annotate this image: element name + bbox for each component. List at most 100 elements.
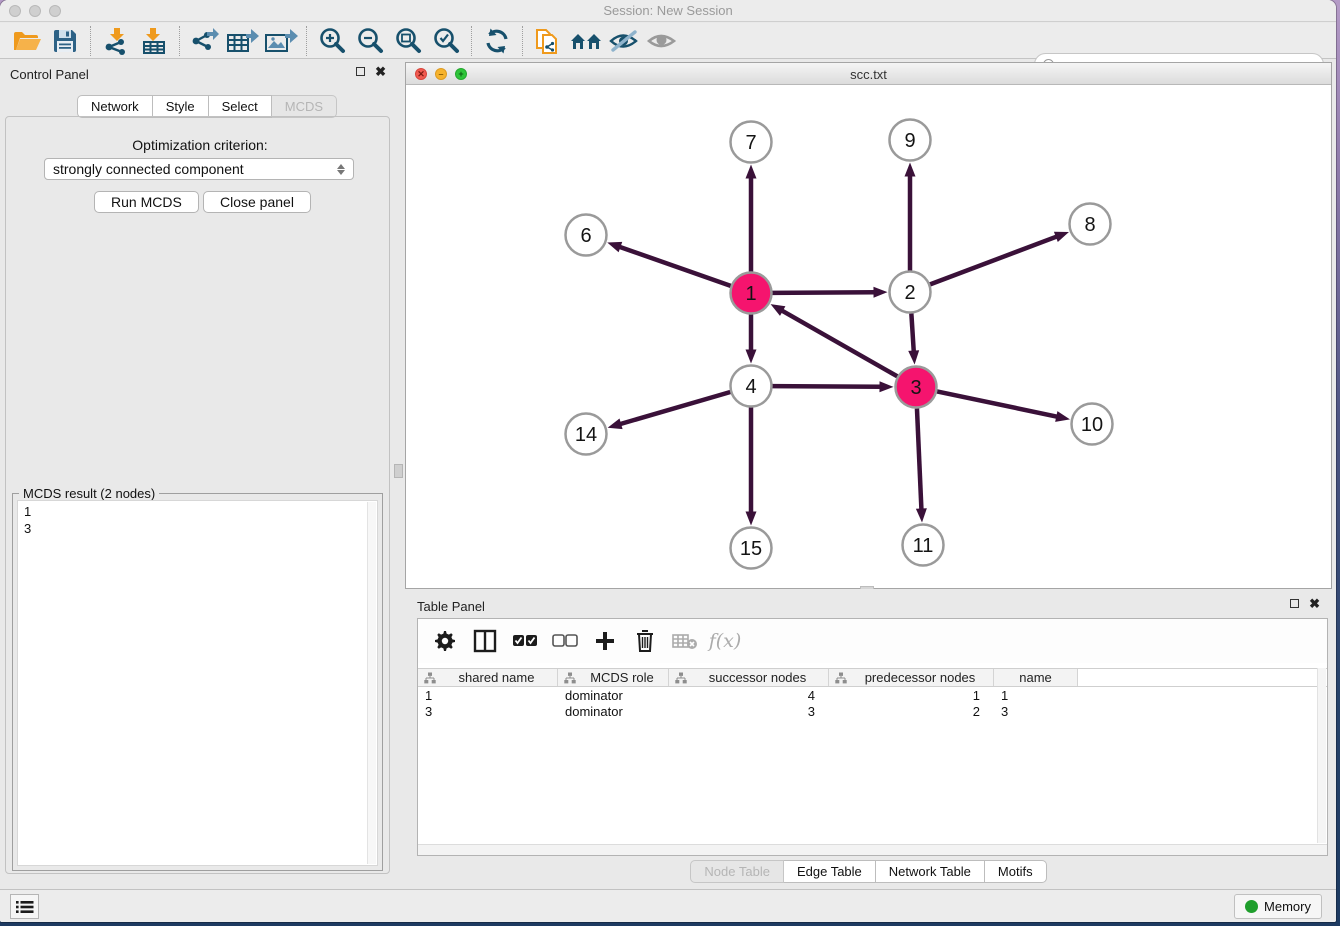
app-window: Session: New Session — [0, 0, 1336, 922]
node-label-6: 6 — [580, 225, 591, 247]
export-table-icon[interactable] — [224, 25, 262, 57]
scrollbar-track[interactable] — [418, 844, 1327, 855]
mcds-result-list[interactable]: 13 — [17, 500, 378, 866]
column-header-MCDS-role[interactable]: MCDS role — [558, 669, 669, 686]
copy-network-icon[interactable] — [529, 25, 567, 57]
table-cell[interactable]: 3 — [418, 704, 558, 720]
vertical-splitter-handle[interactable] — [394, 464, 403, 478]
task-list-icon — [16, 900, 34, 914]
float-panel-icon[interactable] — [356, 67, 365, 76]
toolbar-separator — [471, 26, 472, 56]
column-header-predecessor-nodes[interactable]: predecessor nodes — [829, 669, 994, 686]
table-cell[interactable]: 3 — [669, 704, 829, 720]
close-panel-button[interactable]: Close panel — [203, 191, 311, 213]
control-panel: Control Panel ✖ NetworkStyleSelectMCDS O… — [0, 59, 400, 889]
control-panel-tabs: NetworkStyleSelectMCDS — [77, 95, 337, 118]
import-network-icon[interactable] — [97, 25, 135, 57]
criterion-dropdown[interactable]: strongly connected component — [44, 158, 354, 180]
run-mcds-button[interactable]: Run MCDS — [94, 191, 199, 213]
tab-select[interactable]: Select — [209, 95, 272, 118]
edge-3-10[interactable] — [937, 391, 1058, 416]
column-header-label: name — [994, 670, 1077, 685]
table-cell[interactable]: dominator — [558, 704, 669, 720]
list-item[interactable]: 3 — [24, 520, 377, 537]
arrowhead-icon — [905, 163, 916, 177]
close-panel-icon[interactable]: ✖ — [375, 67, 386, 76]
column-type-icon — [835, 672, 847, 684]
tab-network-table[interactable]: Network Table — [876, 860, 985, 883]
network-titlebar[interactable]: ✕ – + scc.txt — [406, 63, 1331, 85]
table-cell[interactable]: 1 — [418, 688, 558, 704]
arrowhead-icon — [607, 242, 622, 252]
memory-status-icon — [1245, 900, 1258, 913]
gear-icon[interactable] — [428, 624, 462, 658]
table-cell[interactable]: dominator — [558, 688, 669, 704]
table-cell[interactable]: 1 — [829, 688, 994, 704]
table-panel: Table Panel ✖ — [405, 589, 1332, 886]
export-image-icon[interactable] — [262, 25, 300, 57]
delete-table-icon[interactable] — [668, 624, 702, 658]
arrowhead-icon — [1054, 232, 1069, 242]
main-titlebar: Session: New Session — [0, 0, 1336, 22]
criterion-dropdown-value: strongly connected component — [53, 161, 244, 177]
arrowhead-icon — [908, 350, 919, 364]
network-window: ✕ – + scc.txt 7968124314101511 — [405, 62, 1332, 589]
zoom-fit-icon[interactable] — [389, 25, 427, 57]
node-label-1: 1 — [745, 283, 756, 305]
zoom-out-icon[interactable] — [351, 25, 389, 57]
toolbar-separator — [522, 26, 523, 56]
network-canvas[interactable]: 7968124314101511 — [406, 85, 1331, 588]
list-item[interactable]: 1 — [24, 503, 377, 520]
hide-selected-icon[interactable] — [605, 25, 643, 57]
export-network-icon[interactable] — [186, 25, 224, 57]
tab-network[interactable]: Network — [77, 95, 153, 118]
open-session-icon[interactable] — [8, 25, 46, 57]
import-table-icon[interactable] — [135, 25, 173, 57]
show-all-icon[interactable] — [643, 25, 681, 57]
table-row[interactable]: 1dominator411 — [418, 688, 1327, 704]
close-table-panel-icon[interactable]: ✖ — [1309, 599, 1320, 608]
table-toolbar: f(x) — [418, 619, 1327, 663]
delete-column-icon[interactable] — [628, 624, 662, 658]
tab-node-table[interactable]: Node Table — [690, 860, 784, 883]
first-neighbors-icon[interactable] — [567, 25, 605, 57]
zoom-selected-icon[interactable] — [427, 25, 465, 57]
table-cell[interactable]: 4 — [669, 688, 829, 704]
unselect-all-columns-icon[interactable] — [548, 624, 582, 658]
split-panel-icon[interactable] — [468, 624, 502, 658]
select-all-columns-icon[interactable] — [508, 624, 542, 658]
tab-mcds[interactable]: MCDS — [272, 95, 337, 118]
node-label-3: 3 — [910, 377, 921, 399]
column-header-shared-name[interactable]: shared name — [418, 669, 558, 686]
save-session-icon[interactable] — [46, 25, 84, 57]
tab-edge-table[interactable]: Edge Table — [784, 860, 876, 883]
table-panel-title: Table Panel — [417, 599, 485, 614]
edge-4-3[interactable] — [772, 386, 881, 387]
scrollbar-track[interactable] — [1317, 668, 1326, 843]
column-header-successor-nodes[interactable]: successor nodes — [669, 669, 829, 686]
edge-3-11[interactable] — [917, 408, 922, 510]
column-header-label: predecessor nodes — [847, 670, 993, 685]
refresh-icon[interactable] — [478, 25, 516, 57]
edge-2-3[interactable] — [911, 313, 913, 352]
edge-1-2[interactable] — [772, 292, 875, 293]
tab-style[interactable]: Style — [153, 95, 209, 118]
memory-button[interactable]: Memory — [1234, 894, 1322, 919]
edge-2-8[interactable] — [930, 236, 1058, 284]
table-row[interactable]: 3dominator323 — [418, 704, 1327, 720]
edge-4-14[interactable] — [619, 392, 730, 424]
column-header-name[interactable]: name — [994, 669, 1078, 686]
edge-1-6[interactable] — [619, 246, 731, 285]
table-cell[interactable]: 2 — [829, 704, 994, 720]
zoom-in-icon[interactable] — [313, 25, 351, 57]
add-column-icon[interactable] — [588, 624, 622, 658]
float-table-panel-icon[interactable] — [1290, 599, 1299, 608]
task-history-button[interactable] — [10, 894, 39, 919]
edge-3-1[interactable] — [781, 310, 897, 376]
scrollbar-track[interactable] — [367, 502, 376, 864]
arrowhead-icon — [879, 381, 893, 392]
table-cell[interactable]: 3 — [994, 704, 1078, 720]
tab-motifs[interactable]: Motifs — [985, 860, 1047, 883]
node-label-15: 15 — [740, 538, 762, 560]
table-cell[interactable]: 1 — [994, 688, 1078, 704]
